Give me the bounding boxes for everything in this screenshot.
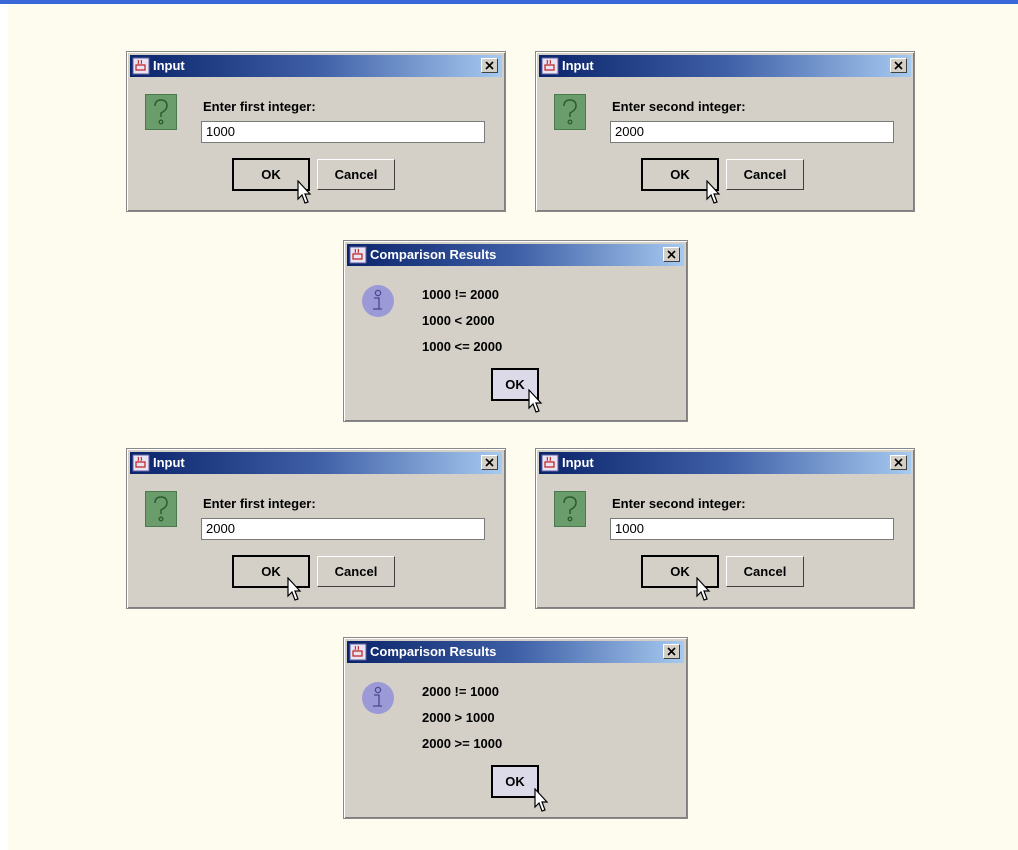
ok-label: OK — [505, 774, 525, 789]
question-icon — [145, 94, 177, 130]
cancel-label: Cancel — [743, 564, 787, 579]
close-button[interactable] — [890, 455, 907, 470]
mouse-pointer-icon — [528, 389, 543, 413]
close-button[interactable] — [663, 247, 680, 262]
title-bar[interactable]: Input — [130, 55, 502, 77]
integer-input[interactable]: 2000 — [201, 518, 485, 540]
close-icon — [894, 458, 903, 467]
cancel-button[interactable]: Cancel — [317, 159, 395, 190]
input-dialog-first: Input Enter first integer: 1000 OK Cance… — [126, 51, 506, 212]
mouse-pointer-icon — [706, 180, 721, 204]
java-cup-icon — [349, 643, 367, 661]
input-dialog-second: Input Enter second integer: 1000 OK Canc… — [535, 448, 915, 609]
title-bar[interactable]: Input — [539, 452, 911, 474]
close-button[interactable] — [481, 455, 498, 470]
integer-input[interactable]: 2000 — [610, 121, 894, 143]
dialog-title: Input — [153, 58, 185, 73]
close-icon — [894, 61, 903, 70]
java-cup-icon — [541, 454, 559, 472]
input-dialog-first: Input Enter first integer: 2000 OK Cance… — [126, 448, 506, 609]
java-cup-icon — [349, 246, 367, 264]
cancel-label: Cancel — [334, 167, 378, 182]
cancel-button[interactable]: Cancel — [726, 159, 804, 190]
dialog-title: Comparison Results — [370, 644, 497, 659]
dialog-title: Input — [562, 455, 594, 470]
prompt-label: Enter first integer: — [203, 496, 316, 511]
question-icon — [554, 94, 586, 130]
mouse-pointer-icon — [534, 788, 549, 812]
mouse-pointer-icon — [696, 577, 711, 601]
comparison-line: 1000 < 2000 — [422, 313, 495, 328]
cancel-label: Cancel — [743, 167, 787, 182]
ok-button[interactable]: OK — [492, 766, 538, 797]
close-icon — [667, 250, 676, 259]
java-cup-icon — [541, 57, 559, 75]
comparison-line: 2000 >= 1000 — [422, 736, 503, 751]
ok-label: OK — [670, 167, 690, 182]
cancel-button[interactable]: Cancel — [726, 556, 804, 587]
cancel-button[interactable]: Cancel — [317, 556, 395, 587]
title-bar[interactable]: Input — [539, 55, 911, 77]
question-icon — [554, 491, 586, 527]
mouse-pointer-icon — [287, 577, 302, 601]
close-button[interactable] — [481, 58, 498, 73]
comparison-line: 1000 != 2000 — [422, 287, 499, 302]
close-button[interactable] — [890, 58, 907, 73]
page-canvas: Input Enter first integer: 1000 OK Cance… — [8, 4, 1018, 850]
prompt-label: Enter first integer: — [203, 99, 316, 114]
close-icon — [485, 61, 494, 70]
comparison-line: 1000 <= 2000 — [422, 339, 503, 354]
mouse-pointer-icon — [297, 180, 312, 204]
info-icon — [362, 285, 394, 317]
title-bar[interactable]: Input — [130, 452, 502, 474]
ok-label: OK — [261, 167, 281, 182]
dialog-title: Input — [562, 58, 594, 73]
integer-input[interactable]: 1000 — [201, 121, 485, 143]
close-icon — [485, 458, 494, 467]
comparison-results-dialog-2: Comparison Results 2000 != 1000 2000 > 1… — [343, 637, 688, 819]
java-cup-icon — [132, 454, 150, 472]
info-icon — [362, 682, 394, 714]
ok-label: OK — [670, 564, 690, 579]
prompt-label: Enter second integer: — [612, 496, 746, 511]
java-cup-icon — [132, 57, 150, 75]
dialog-title: Input — [153, 455, 185, 470]
ok-label: OK — [505, 377, 525, 392]
dialog-title: Comparison Results — [370, 247, 497, 262]
close-icon — [667, 647, 676, 656]
title-bar[interactable]: Comparison Results — [347, 244, 684, 266]
cancel-label: Cancel — [334, 564, 378, 579]
input-dialog-second: Input Enter second integer: 2000 OK Canc… — [535, 51, 915, 212]
comparison-results-dialog-1: Comparison Results 1000 != 2000 1000 < 2… — [343, 240, 688, 422]
integer-input[interactable]: 1000 — [610, 518, 894, 540]
question-icon — [145, 491, 177, 527]
comparison-line: 2000 > 1000 — [422, 710, 495, 725]
close-button[interactable] — [663, 644, 680, 659]
ok-label: OK — [261, 564, 281, 579]
prompt-label: Enter second integer: — [612, 99, 746, 114]
title-bar[interactable]: Comparison Results — [347, 641, 684, 663]
comparison-line: 2000 != 1000 — [422, 684, 499, 699]
